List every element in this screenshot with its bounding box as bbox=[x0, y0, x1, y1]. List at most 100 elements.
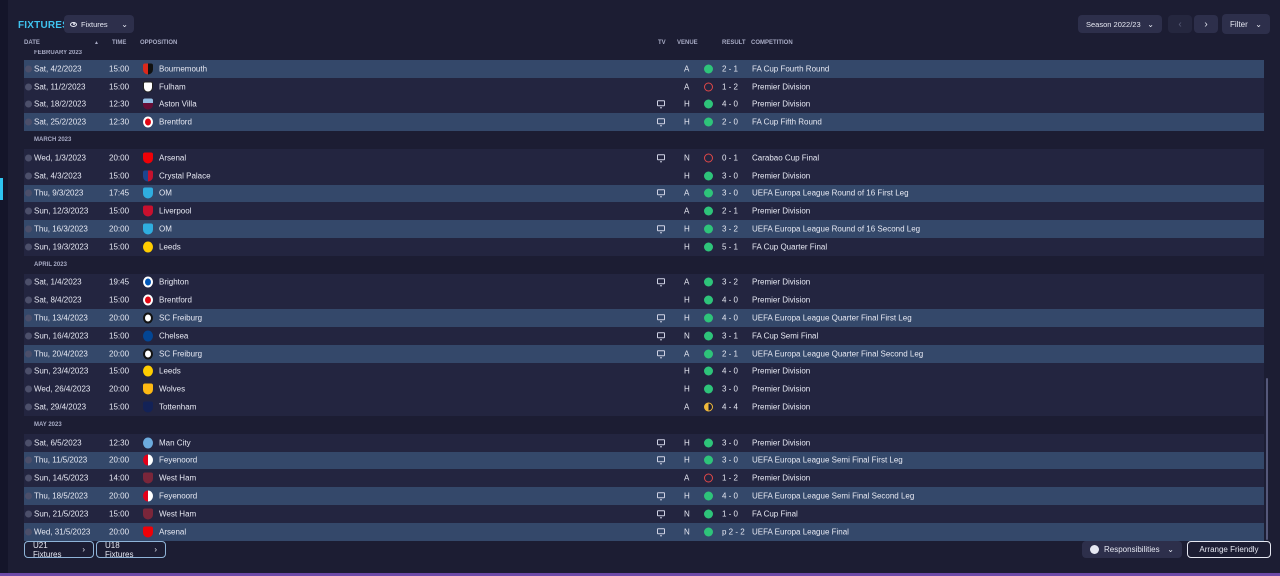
fixture-score[interactable]: 3 - 0 bbox=[722, 189, 738, 198]
fixture-score[interactable]: 3 - 2 bbox=[722, 278, 738, 287]
opponent-name[interactable]: Brighton bbox=[159, 278, 189, 287]
fixture-score[interactable]: 3 - 2 bbox=[722, 225, 738, 234]
opponent-name[interactable]: SC Freiburg bbox=[159, 314, 202, 323]
fixture-score[interactable]: 1 - 2 bbox=[722, 474, 738, 483]
fixture-score[interactable]: 2 - 0 bbox=[722, 118, 738, 127]
competition-name[interactable]: FA Cup Fifth Round bbox=[752, 118, 822, 127]
fixture-score[interactable]: 2 - 1 bbox=[722, 207, 738, 216]
fixture-row[interactable]: Sat, 11/2/2023 15:00 Fulham A 1 - 2 Premier D… bbox=[24, 77, 1264, 96]
fixture-score[interactable]: 1 - 0 bbox=[722, 509, 738, 518]
season-dropdown[interactable]: Season 2022/23 ⌄ bbox=[1078, 15, 1162, 33]
column-header-venue[interactable]: VENUE bbox=[677, 40, 698, 46]
competition-name[interactable]: FA Cup Final bbox=[752, 509, 798, 518]
previous-season-button[interactable]: ‹ bbox=[1168, 15, 1192, 33]
fixture-score[interactable]: 4 - 0 bbox=[722, 367, 738, 376]
fixture-row[interactable]: Thu, 11/5/2023 20:00 Feyenoord H 3 - 0 UEFA E… bbox=[24, 451, 1264, 470]
competition-name[interactable]: UEFA Europa League Semi Final Second Leg bbox=[752, 492, 914, 501]
opponent-name[interactable]: Brentford bbox=[159, 118, 192, 127]
competition-name[interactable]: Carabao Cup Final bbox=[752, 153, 819, 162]
competition-name[interactable]: Premier Division bbox=[752, 367, 810, 376]
fixture-row[interactable]: Sat, 6/5/2023 12:30 Man City H 3 - 0 Premier … bbox=[24, 433, 1264, 452]
opponent-name[interactable]: Liverpool bbox=[159, 207, 191, 216]
fixture-score[interactable]: 4 - 0 bbox=[722, 492, 738, 501]
fixture-row[interactable]: Wed, 26/4/2023 20:00 Wolves H 3 - 0 Premier D… bbox=[24, 380, 1264, 399]
column-header-result[interactable]: RESULT bbox=[722, 40, 746, 46]
competition-name[interactable]: Premier Division bbox=[752, 403, 810, 412]
fixture-score[interactable]: 3 - 0 bbox=[722, 456, 738, 465]
competition-name[interactable]: UEFA Europa League Quarter Final First L… bbox=[752, 314, 912, 323]
competition-name[interactable]: Premier Division bbox=[752, 82, 810, 91]
fixture-row[interactable]: Thu, 13/4/2023 20:00 SC Freiburg H 4 - 0 UEFA… bbox=[24, 309, 1264, 327]
fixture-score[interactable]: p 2 - 2 bbox=[722, 527, 745, 536]
fixture-row[interactable]: Sun, 14/5/2023 14:00 West Ham A 1 - 2 Premier… bbox=[24, 469, 1264, 488]
competition-name[interactable]: FA Cup Quarter Final bbox=[752, 242, 827, 251]
opponent-name[interactable]: SC Freiburg bbox=[159, 349, 202, 358]
fixture-score[interactable]: 3 - 0 bbox=[722, 385, 738, 394]
competition-name[interactable]: Premier Division bbox=[752, 385, 810, 394]
arrange-friendly-button[interactable]: Arrange Friendly bbox=[1187, 541, 1271, 558]
competition-name[interactable]: UEFA Europa League Round of 16 Second Le… bbox=[752, 225, 920, 234]
opponent-name[interactable]: Brentford bbox=[159, 296, 192, 305]
opponent-name[interactable]: Man City bbox=[159, 438, 191, 447]
opponent-name[interactable]: West Ham bbox=[159, 509, 196, 518]
opponent-name[interactable]: OM bbox=[159, 225, 172, 234]
competition-name[interactable]: FA Cup Semi Final bbox=[752, 331, 818, 340]
fixture-row[interactable]: Sun, 23/4/2023 15:00 Leeds H 4 - 0 Premier Di… bbox=[24, 362, 1264, 381]
filter-button[interactable]: Filter ⌄ bbox=[1222, 14, 1270, 34]
opponent-name[interactable]: Arsenal bbox=[159, 527, 186, 536]
opponent-name[interactable]: West Ham bbox=[159, 474, 196, 483]
fixture-score[interactable]: 2 - 1 bbox=[722, 349, 738, 358]
competition-name[interactable]: UEFA Europa League Final bbox=[752, 527, 849, 536]
fixture-score[interactable]: 3 - 0 bbox=[722, 438, 738, 447]
opponent-name[interactable]: Feyenoord bbox=[159, 492, 197, 501]
u18-fixtures-button[interactable]: U18 Fixtures › bbox=[96, 541, 166, 559]
fixture-row[interactable]: Thu, 20/4/2023 20:00 SC Freiburg A 2 - 1 UEFA… bbox=[24, 344, 1264, 363]
opponent-name[interactable]: Leeds bbox=[159, 242, 181, 251]
fixture-row[interactable]: Sat, 4/2/2023 15:00 Bournemouth A 2 - 1 FA Cu… bbox=[24, 60, 1264, 78]
column-header-date[interactable]: DATE bbox=[24, 40, 40, 46]
opponent-name[interactable]: Aston Villa bbox=[159, 100, 197, 109]
opponent-name[interactable]: Chelsea bbox=[159, 331, 188, 340]
fixture-row[interactable]: Thu, 9/3/2023 17:45 OM A 3 - 0 UEFA Europa Le… bbox=[24, 184, 1264, 203]
competition-name[interactable]: Premier Division bbox=[752, 207, 810, 216]
next-season-button[interactable]: › bbox=[1194, 15, 1218, 33]
opponent-name[interactable]: Crystal Palace bbox=[159, 171, 211, 180]
fixture-row[interactable]: Sat, 18/2/2023 12:30 Aston Villa H 4 - 0 Prem… bbox=[24, 95, 1264, 114]
fixture-row[interactable]: Sun, 19/3/2023 15:00 Leeds H 5 - 1 FA Cup Qua… bbox=[24, 237, 1264, 256]
opponent-name[interactable]: Bournemouth bbox=[159, 64, 207, 73]
column-header-competition[interactable]: COMPETITION bbox=[751, 40, 793, 46]
fixture-row[interactable]: Sat, 4/3/2023 15:00 Crystal Palace H 3 - 0 Pr… bbox=[24, 166, 1264, 185]
opponent-name[interactable]: Tottenham bbox=[159, 403, 196, 412]
column-header-tv[interactable]: TV bbox=[658, 40, 666, 46]
responsibilities-button[interactable]: Responsibilities ⌄ bbox=[1082, 541, 1182, 558]
fixture-row[interactable]: Sun, 21/5/2023 15:00 West Ham N 1 - 0 FA Cup … bbox=[24, 504, 1264, 523]
opponent-name[interactable]: Fulham bbox=[159, 82, 186, 91]
fixture-score[interactable]: 2 - 1 bbox=[722, 64, 738, 73]
opponent-name[interactable]: Arsenal bbox=[159, 153, 186, 162]
competition-name[interactable]: Premier Division bbox=[752, 171, 810, 180]
opponent-name[interactable]: Feyenoord bbox=[159, 456, 197, 465]
competition-name[interactable]: Premier Division bbox=[752, 438, 810, 447]
scrollbar[interactable] bbox=[1266, 378, 1268, 540]
competition-name[interactable]: Premier Division bbox=[752, 474, 810, 483]
view-dropdown[interactable]: Fixtures ⌄ bbox=[64, 15, 134, 33]
competition-name[interactable]: UEFA Europa League Round of 16 First Leg bbox=[752, 189, 909, 198]
competition-name[interactable]: Premier Division bbox=[752, 278, 810, 287]
fixture-row[interactable]: Wed, 1/3/2023 20:00 Arsenal N 0 - 1 Carabao C… bbox=[24, 148, 1264, 167]
fixture-score[interactable]: 3 - 1 bbox=[722, 331, 738, 340]
fixture-row[interactable]: Sat, 1/4/2023 19:45 Brighton A 3 - 2 Premier … bbox=[24, 273, 1264, 292]
opponent-name[interactable]: Wolves bbox=[159, 385, 185, 394]
opponent-name[interactable]: OM bbox=[159, 189, 172, 198]
fixture-score[interactable]: 4 - 0 bbox=[722, 100, 738, 109]
fixture-row[interactable]: Sat, 8/4/2023 15:00 Brentford H 4 - 0 Premier… bbox=[24, 291, 1264, 310]
fixture-score[interactable]: 4 - 4 bbox=[722, 403, 738, 412]
u21-fixtures-button[interactable]: U21 Fixtures › bbox=[24, 541, 94, 559]
fixture-row[interactable]: Wed, 31/5/2023 20:00 Arsenal Np 2 - 2 UEFA E… bbox=[24, 522, 1264, 541]
fixture-row[interactable]: Sat, 29/4/2023 15:00 Tottenham A 4 - 4 Premie… bbox=[24, 398, 1264, 416]
competition-name[interactable]: Premier Division bbox=[752, 100, 810, 109]
fixture-row[interactable]: Sat, 25/2/2023 12:30 Brentford H 2 - 0 FA Cup… bbox=[24, 113, 1264, 132]
fixture-score[interactable]: 1 - 2 bbox=[722, 82, 738, 91]
competition-name[interactable]: FA Cup Fourth Round bbox=[752, 64, 829, 73]
fixture-score[interactable]: 4 - 0 bbox=[722, 314, 738, 323]
fixture-score[interactable]: 5 - 1 bbox=[722, 242, 738, 251]
